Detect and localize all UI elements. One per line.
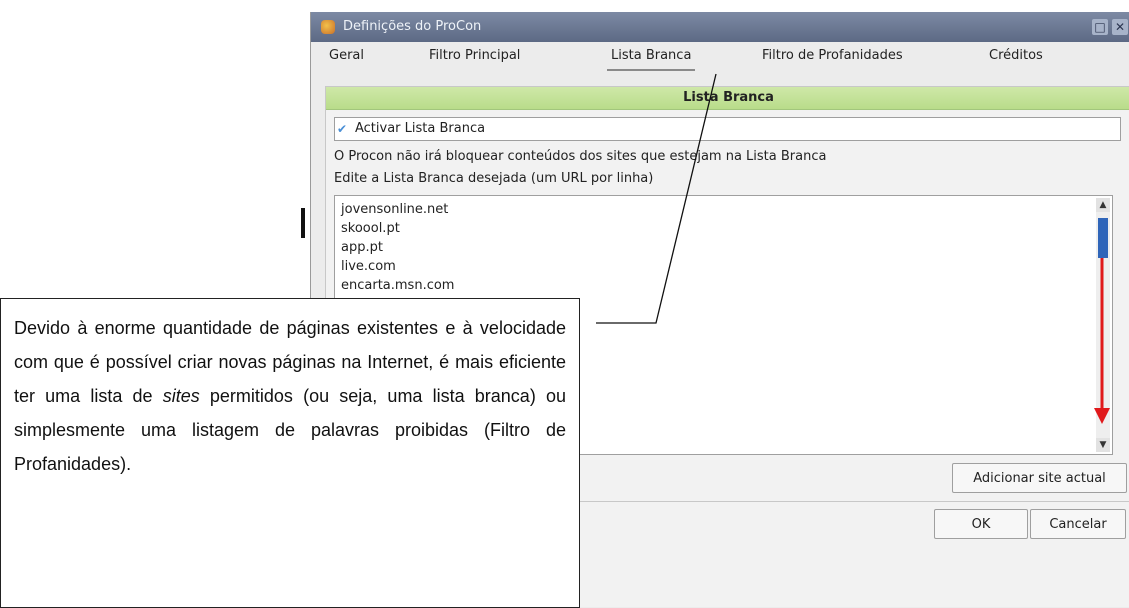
- url-line: app.pt: [341, 240, 383, 255]
- tab-creditos[interactable]: Créditos: [989, 48, 1043, 63]
- annotation-text: Devido à enorme quantidade de páginas ex…: [14, 311, 566, 481]
- tab-geral[interactable]: Geral: [329, 48, 364, 63]
- maximize-button[interactable]: □: [1092, 19, 1108, 35]
- tab-bar: Geral Filtro Principal Lista Branca Filt…: [311, 42, 1129, 86]
- tab-filtro-principal[interactable]: Filtro Principal: [429, 48, 520, 63]
- checkmark-icon: ✔: [337, 122, 348, 136]
- vertical-scrollbar[interactable]: ▲ ▼: [1096, 198, 1110, 452]
- url-line: live.com: [341, 259, 396, 274]
- section-header: Lista Branca: [326, 87, 1129, 110]
- scroll-down-arrow-icon[interactable]: ▼: [1096, 438, 1110, 452]
- tab-lista-branca[interactable]: Lista Branca: [606, 48, 696, 71]
- whitelist-info-text: O Procon não irá bloquear conteúdos dos …: [334, 149, 827, 164]
- background-window-edge: [301, 208, 305, 238]
- add-current-site-button[interactable]: Adicionar site actual: [952, 463, 1127, 493]
- window-title: Definições do ProCon: [343, 19, 482, 34]
- scrollbar-thumb[interactable]: [1098, 218, 1108, 258]
- procon-app-icon: [321, 20, 335, 34]
- annotation-text-italic: sites: [162, 386, 200, 406]
- scroll-up-arrow-icon[interactable]: ▲: [1096, 198, 1110, 212]
- close-button[interactable]: ✕: [1112, 19, 1128, 35]
- annotation-callout: Devido à enorme quantidade de páginas ex…: [0, 298, 580, 608]
- cancel-button[interactable]: Cancelar: [1030, 509, 1126, 539]
- title-bar[interactable]: Definições do ProCon □ ✕: [311, 12, 1129, 42]
- enable-whitelist-label: Activar Lista Branca: [355, 121, 486, 136]
- ok-button[interactable]: OK: [934, 509, 1028, 539]
- tab-filtro-profanidades[interactable]: Filtro de Profanidades: [762, 48, 903, 63]
- enable-whitelist-checkbox[interactable]: ✔ Activar Lista Branca: [334, 117, 1121, 141]
- url-line: skoool.pt: [341, 221, 400, 236]
- url-line: jovensonline.net: [341, 202, 449, 217]
- url-line: encarta.msn.com: [341, 278, 455, 293]
- edit-hint-text: Edite a Lista Branca desejada (um URL po…: [334, 171, 654, 186]
